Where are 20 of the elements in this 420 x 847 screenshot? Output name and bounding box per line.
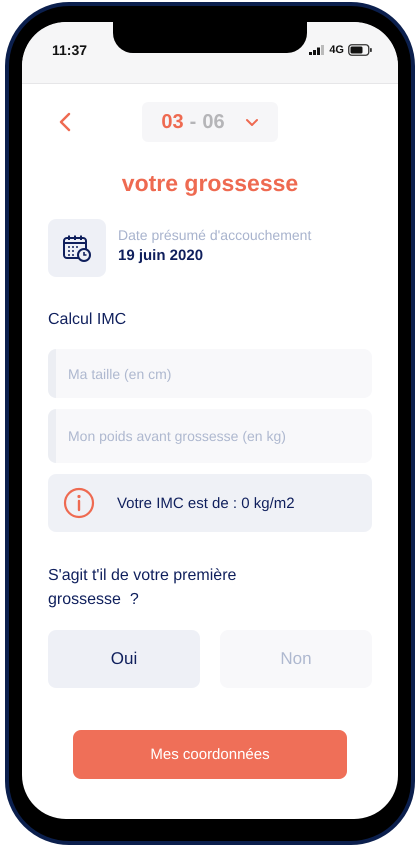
info-icon: [63, 487, 95, 519]
input-field[interactable]: Ma taille (en cm): [48, 349, 372, 398]
choice-option[interactable]: Non: [220, 630, 372, 688]
signal-icon: [309, 45, 326, 55]
step-selector[interactable]: 03 - 06: [142, 102, 278, 142]
network-label: 4G: [329, 44, 344, 56]
chevron-left-icon: [58, 112, 72, 132]
calendar-clock-icon: [62, 234, 92, 262]
contact-details-button[interactable]: Mes coordonnées: [73, 730, 347, 779]
battery-icon: [348, 44, 372, 56]
section-heading: Calcul IMC: [48, 311, 128, 329]
due-date-label: Date présumé d'accouchement: [118, 226, 312, 242]
question-text: S'agit t'il de votre première grossesse ?: [48, 566, 238, 610]
due-date-value: 19 juin 2020: [118, 246, 204, 264]
bmi-result-text: Votre IMC est de : 0 kg/m2: [117, 494, 295, 512]
status-time: 11:37: [52, 42, 88, 58]
chevron-down-icon: [244, 118, 259, 126]
input-field[interactable]: Mon poids avant grossesse (en kg): [48, 409, 372, 463]
choice-option[interactable]: Oui: [48, 630, 200, 688]
page-title: votre grossesse: [120, 170, 300, 197]
